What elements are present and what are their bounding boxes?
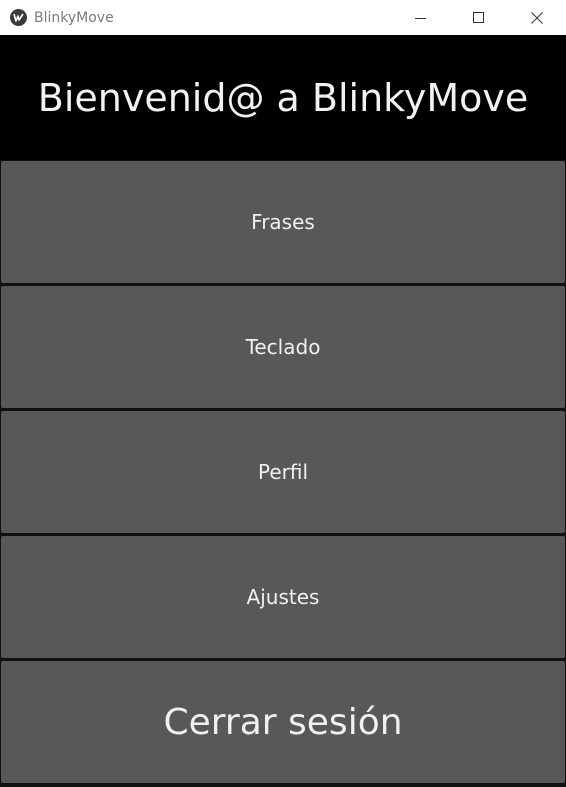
main-menu: Frases Teclado Perfil Ajustes Cerrar ses… (0, 160, 566, 787)
settings-button[interactable]: Ajustes (1, 536, 565, 658)
profile-button[interactable]: Perfil (1, 411, 565, 533)
welcome-header: Bienvenid@ a BlinkyMove (0, 35, 566, 160)
maximize-button[interactable] (450, 0, 508, 35)
minimize-button[interactable] (392, 0, 450, 35)
title-bar[interactable]: BlinkyMove (0, 0, 566, 35)
kivy-logo-icon (10, 9, 27, 26)
window-title: BlinkyMove (34, 9, 114, 26)
page-title: Bienvenid@ a BlinkyMove (37, 75, 529, 120)
app-window: BlinkyMove Bienvenid@ a BlinkyMove Frase… (0, 0, 566, 787)
maximize-icon (473, 11, 484, 23)
minimize-icon (415, 17, 426, 19)
close-button[interactable] (508, 0, 566, 35)
close-icon (531, 11, 543, 24)
window-controls (392, 0, 566, 35)
phrases-button[interactable]: Frases (1, 161, 565, 283)
keyboard-button[interactable]: Teclado (1, 286, 565, 408)
logout-button[interactable]: Cerrar sesión (1, 661, 565, 783)
